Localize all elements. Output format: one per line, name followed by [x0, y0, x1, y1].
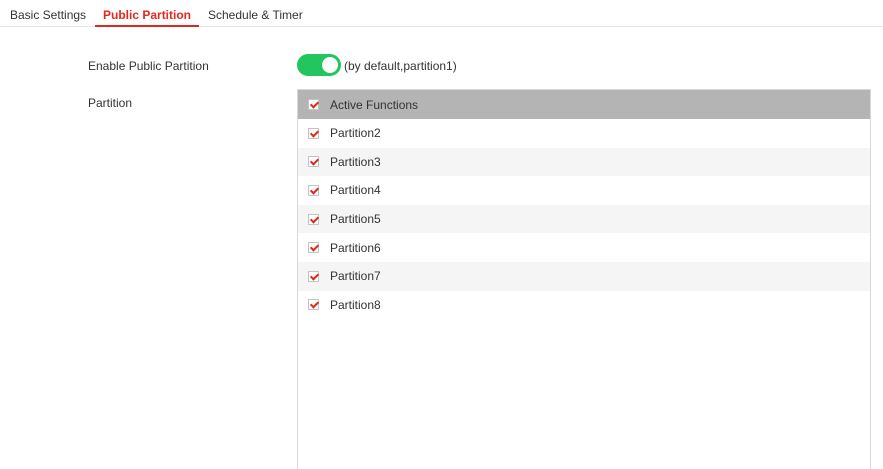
list-item[interactable]: Partition2	[298, 119, 870, 148]
partition-checkbox[interactable]	[308, 270, 319, 282]
active-functions-label: Active Functions	[330, 97, 419, 112]
select-all-checkbox[interactable]	[308, 99, 319, 110]
partition-checkbox[interactable]	[308, 242, 319, 254]
partition-item-label: Partition6	[330, 240, 381, 255]
partition-checkbox[interactable]	[308, 213, 319, 225]
list-item[interactable]: Partition8	[298, 291, 870, 320]
partition-list-header: Active Functions	[298, 90, 870, 119]
tab-public-partition[interactable]: Public Partition	[95, 0, 200, 27]
tab-basic-settings[interactable]: Basic Settings	[10, 0, 86, 27]
list-item[interactable]: Partition7	[298, 261, 870, 291]
partition-item-label: Partition5	[330, 212, 381, 227]
partition-checkbox[interactable]	[308, 299, 319, 311]
tab-bar: Basic Settings Public Partition Schedule…	[0, 0, 883, 27]
enable-public-partition-toggle[interactable]	[297, 54, 341, 76]
partition-list-panel: Active Functions Partition2 Partition3 P…	[297, 89, 871, 469]
partition-item-label: Partition8	[330, 297, 381, 312]
toggle-hint-text: (by default,partition1)	[344, 59, 457, 73]
list-item[interactable]: Partition3	[298, 147, 870, 177]
partition-checkbox[interactable]	[308, 127, 319, 139]
partition-item-label: Partition7	[330, 269, 381, 284]
list-item[interactable]: Partition5	[298, 204, 870, 234]
partition-item-label: Partition3	[330, 154, 381, 169]
partition-item-label: Partition4	[330, 183, 381, 198]
list-item[interactable]: Partition4	[298, 176, 870, 205]
toggle-knob	[322, 57, 338, 73]
partition-checkbox[interactable]	[308, 184, 319, 196]
partition-item-label: Partition2	[330, 126, 381, 141]
list-item[interactable]: Partition6	[298, 233, 870, 262]
partition-checkbox[interactable]	[308, 156, 319, 168]
partition-label: Partition	[88, 96, 133, 110]
tab-schedule-timer[interactable]: Schedule & Timer	[208, 0, 303, 27]
enable-public-partition-label: Enable Public Partition	[88, 59, 209, 73]
